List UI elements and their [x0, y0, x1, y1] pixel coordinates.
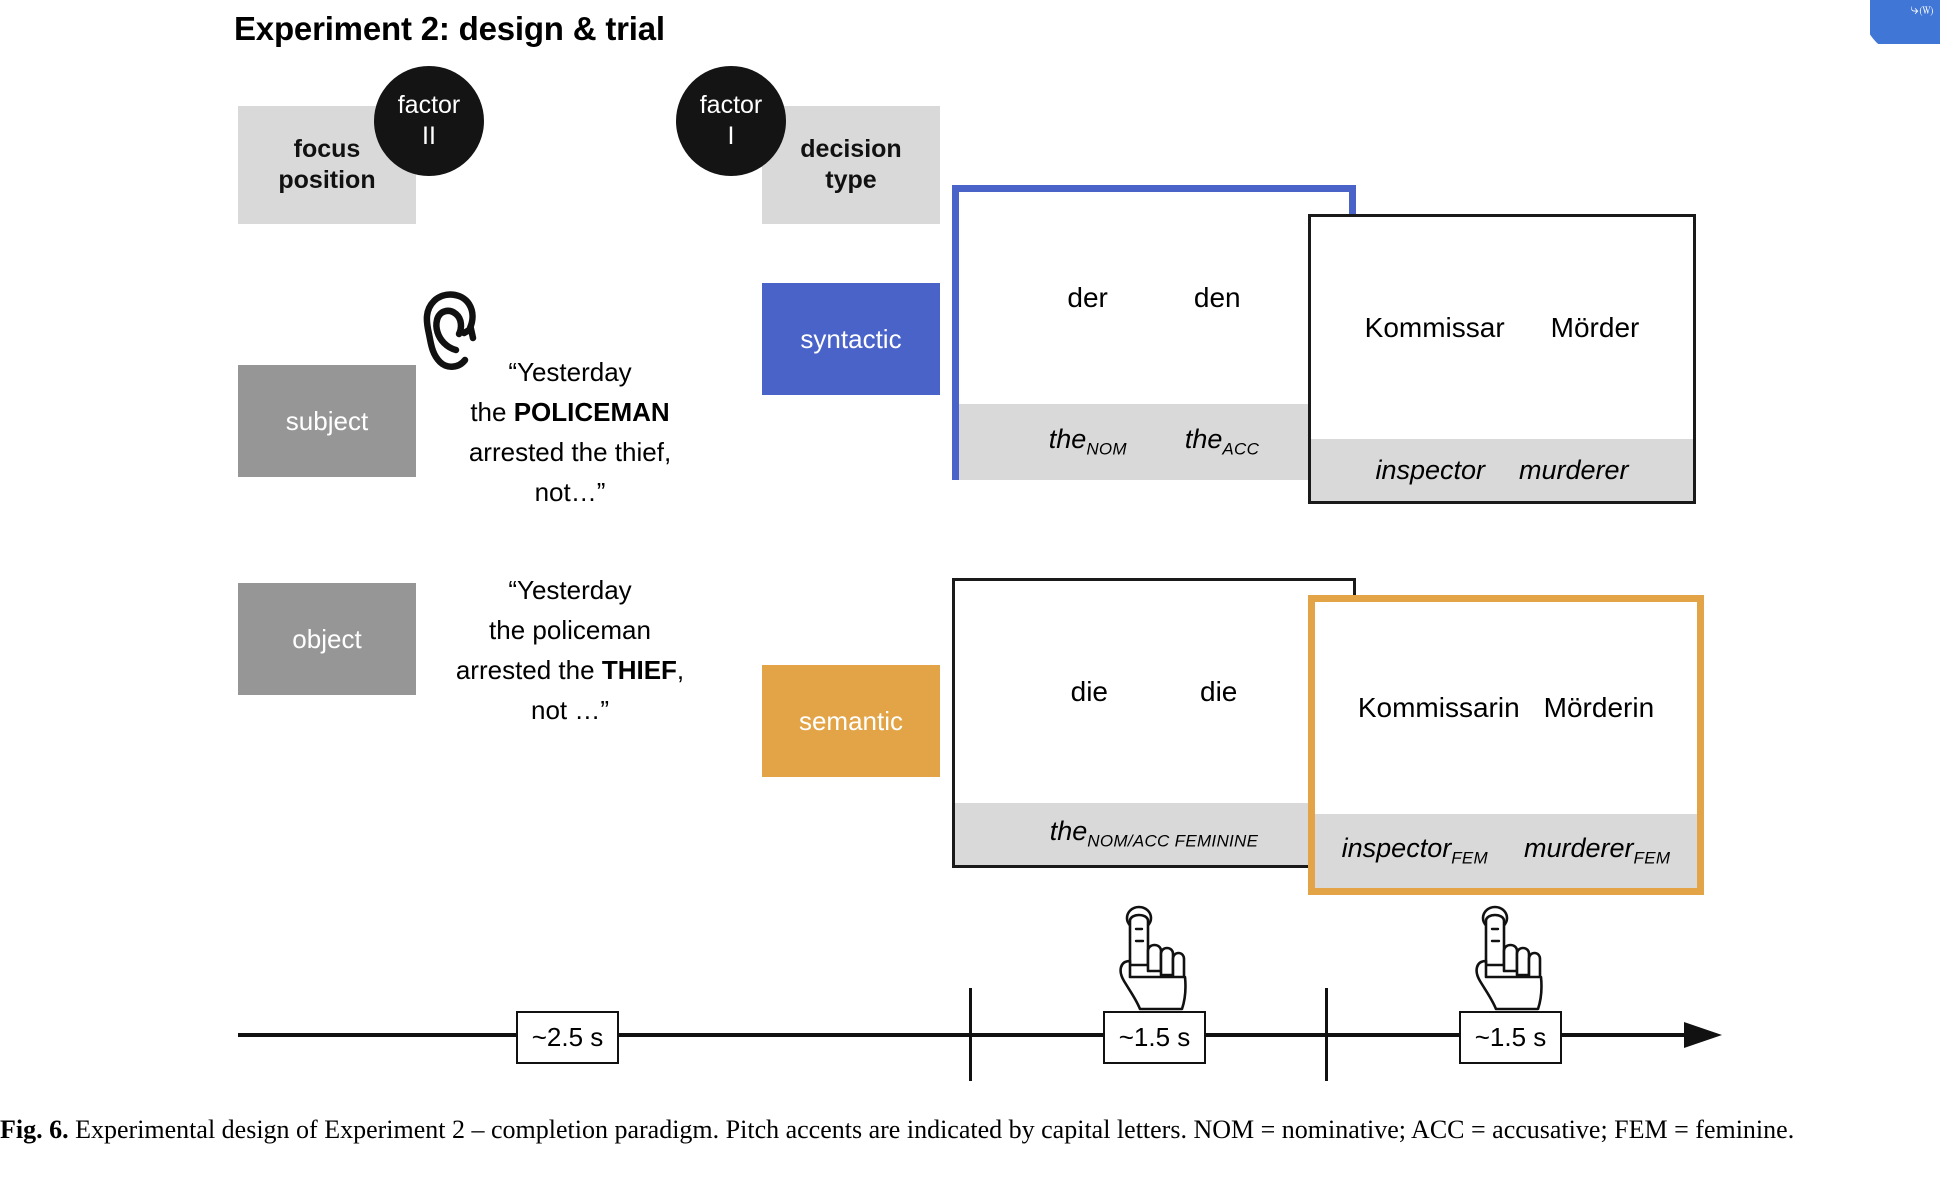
focus-condition-object: object	[238, 583, 416, 695]
page-title: Experiment 2: design & trial	[234, 10, 665, 47]
quote-object-line3: arrested the THIEF,	[455, 655, 685, 685]
quote-subject-line2: the POLICEMAN	[470, 397, 670, 427]
gloss-inspector-fem: inspectorFEM	[1341, 833, 1489, 868]
gloss-murderer: murderer	[1519, 454, 1629, 485]
focus-position-label-line1: focus	[293, 135, 361, 163]
gloss-inspector: inspector	[1375, 454, 1486, 485]
card-gloss-row: inspectorFEM murdererFEM	[1315, 814, 1697, 888]
pitch-accent-policeman: POLICEMAN	[513, 397, 670, 427]
quote-object-line1: “Yesterday	[508, 575, 632, 605]
factor-one-badge: factor I	[676, 66, 786, 176]
word-export-badge[interactable]: ⤷🄦	[1870, 0, 1940, 44]
timeline-duration-3: ~1.5 s	[1459, 1011, 1562, 1064]
word-export-icon: ⤷🄦	[1910, 0, 1934, 18]
header-chip-decision-type: decision type	[762, 106, 940, 224]
timeline-tick-2	[1325, 988, 1328, 1081]
timeline-duration-1: ~2.5 s	[516, 1011, 619, 1064]
noun-kommissar: Kommissar	[1364, 312, 1505, 343]
determiner-die-left: die	[1070, 676, 1108, 707]
figure-caption: Fig. 6. Experimental design of Experimen…	[0, 1112, 1932, 1148]
pointing-hand-icon	[1464, 905, 1554, 1017]
noun-moerderin: Mörderin	[1543, 692, 1655, 723]
noun-kommissarin: Kommissarin	[1357, 692, 1520, 723]
factor-one-numeral: I	[727, 122, 735, 150]
noun-moerder: Mörder	[1550, 312, 1640, 343]
factor-two-numeral: II	[422, 122, 436, 150]
card-gloss-row: inspector murderer	[1311, 439, 1693, 501]
pitch-accent-thief: THIEF	[601, 655, 677, 685]
stimulus-card-syntactic-determiners: der den theNOM theACC	[952, 185, 1356, 480]
figure-canvas: ⤷🄦 Experiment 2: design & trial focus po…	[0, 0, 1940, 1180]
gloss-the-nom-acc-feminine: theNOM/ACC FEMININE	[1049, 816, 1259, 851]
determiner-die-right: die	[1200, 676, 1238, 707]
quote-subject-line3: arrested the thief,	[468, 437, 672, 467]
card-top-row: Kommissarin Mörderin	[1315, 602, 1697, 814]
quote-subject-condition: “Yesterday the POLICEMAN arrested the th…	[420, 352, 720, 512]
figure-caption-label: Fig. 6.	[0, 1115, 69, 1144]
figure-caption-text: Experimental design of Experiment 2 – co…	[68, 1115, 1795, 1144]
gloss-murderer-fem: murdererFEM	[1524, 833, 1671, 868]
quote-object-condition: “Yesterday the policeman arrested the TH…	[420, 570, 720, 730]
timeline-duration-2: ~1.5 s	[1103, 1011, 1206, 1064]
factor-two-badge: factor II	[374, 66, 484, 176]
stimulus-card-semantic-determiners: die die theNOM/ACC FEMININE	[952, 578, 1356, 868]
pointing-hand-icon	[1108, 905, 1198, 1017]
card-top-row: der den	[959, 192, 1349, 404]
focus-position-label-line2: position	[278, 166, 376, 194]
card-top-row: die die	[955, 581, 1353, 803]
stimulus-card-syntactic-nouns: Kommissar Mörder inspector murderer	[1308, 214, 1696, 504]
factor-one-word: factor	[699, 91, 763, 119]
quote-subject-line4: not…”	[534, 477, 606, 507]
quote-object-line2: the policeman	[489, 615, 651, 645]
decision-type-label-line1: decision	[800, 135, 902, 163]
card-gloss-row: theNOM/ACC FEMININE	[955, 803, 1353, 865]
gloss-the-nom: theNOM	[1048, 424, 1127, 459]
card-top-row: Kommissar Mörder	[1311, 217, 1693, 439]
determiner-den: den	[1193, 282, 1241, 313]
timeline-tick-1	[969, 988, 972, 1081]
decision-type-label-line2: type	[825, 166, 877, 194]
stimulus-card-semantic-nouns: Kommissarin Mörderin inspectorFEM murder…	[1308, 595, 1704, 895]
focus-condition-subject: subject	[238, 365, 416, 477]
decision-type-semantic: semantic	[762, 665, 940, 777]
gloss-the-acc: theACC	[1184, 424, 1260, 459]
factor-two-word: factor	[397, 91, 461, 119]
decision-type-syntactic: syntactic	[762, 283, 940, 395]
determiner-der: der	[1067, 282, 1108, 313]
card-gloss-row: theNOM theACC	[959, 404, 1349, 480]
quote-subject-line1: “Yesterday	[508, 357, 632, 387]
quote-object-line4: not …”	[530, 695, 610, 725]
